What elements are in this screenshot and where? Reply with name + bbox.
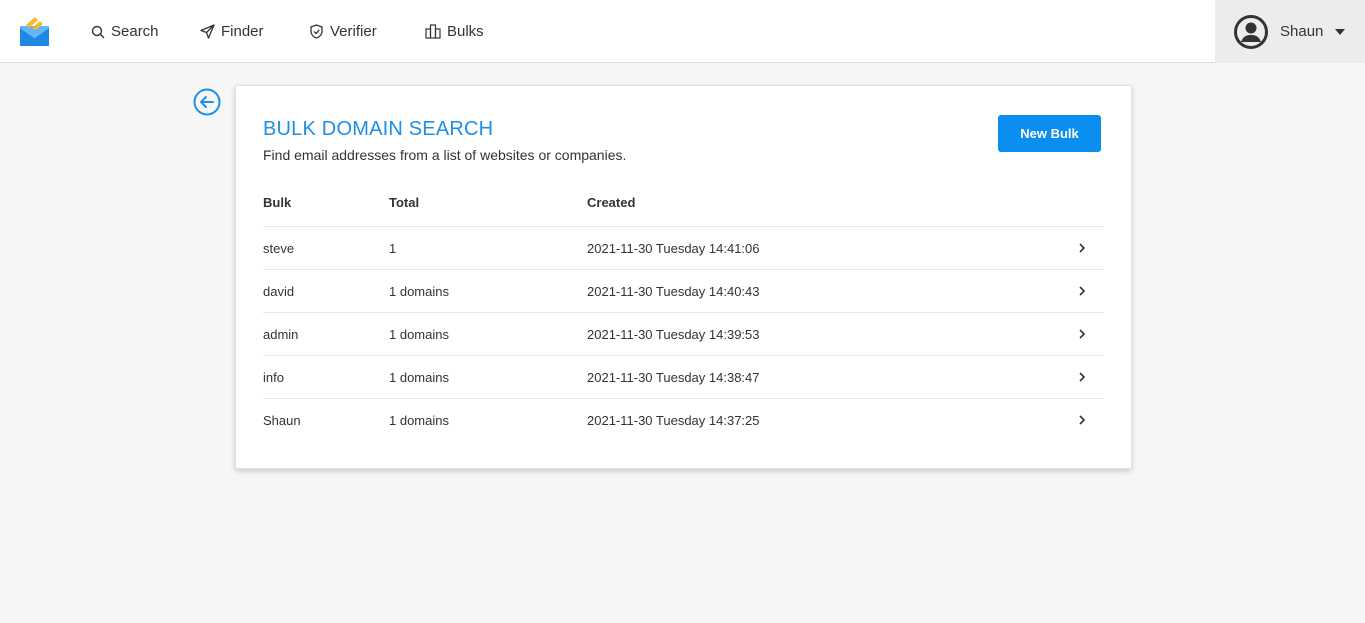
chevron-right-icon[interactable] [1077,370,1087,384]
table-row[interactable]: steve 1 2021-11-30 Tuesday 14:41:06 [263,227,1104,270]
cell-bulk: info [263,370,284,385]
app-logo-icon[interactable] [19,16,50,47]
table-row[interactable]: admin 1 domains 2021-11-30 Tuesday 14:39… [263,313,1104,356]
cell-total: 1 [389,241,397,256]
cell-created: 2021-11-30 Tuesday 14:40:43 [587,284,760,299]
column-header-bulk: Bulk [263,195,292,210]
avatar-icon [1234,14,1268,49]
cell-total: 1 domains [389,284,449,299]
cell-total: 1 domains [389,327,449,342]
new-bulk-button[interactable]: New Bulk [998,115,1101,152]
cell-bulk: steve [263,241,295,256]
cell-bulk: Shaun [263,413,301,428]
cell-created: 2021-11-30 Tuesday 14:39:53 [587,327,760,342]
cell-total: 1 domains [389,413,449,428]
caret-down-icon [1335,28,1346,35]
chevron-right-icon[interactable] [1077,327,1087,341]
shield-check-icon [310,24,323,39]
bulk-domain-search-card: BULK DOMAIN SEARCH Find email addresses … [235,85,1132,469]
chevron-right-icon[interactable] [1077,284,1087,298]
nav-verifier-label: Verifier [330,23,377,40]
search-icon [91,25,105,38]
table-header: Bulk Total Created [263,195,1104,227]
cell-total: 1 domains [389,370,449,385]
send-icon [200,24,215,39]
nav-verifier[interactable]: Verifier [309,0,377,63]
chevron-right-icon[interactable] [1077,413,1087,427]
bulk-table-body: steve 1 2021-11-30 Tuesday 14:41:06 davi… [263,227,1104,442]
user-menu[interactable]: Shaun [1215,0,1365,63]
cell-bulk: david [263,284,295,299]
buildings-icon [425,24,441,39]
cell-created: 2021-11-30 Tuesday 14:38:47 [587,370,760,385]
nav-bulks[interactable]: Bulks [425,0,484,63]
column-header-total: Total [389,195,420,210]
page-title: BULK DOMAIN SEARCH [263,118,494,140]
nav-search-label: Search [111,23,159,40]
cell-created: 2021-11-30 Tuesday 14:41:06 [587,241,760,256]
top-navbar: Search Finder Verifier Bulks Shaun [0,0,1365,63]
nav-finder[interactable]: Finder [200,0,264,63]
table-row[interactable]: Shaun 1 domains 2021-11-30 Tuesday 14:37… [263,399,1104,442]
chevron-right-icon[interactable] [1077,241,1087,255]
table-row[interactable]: david 1 domains 2021-11-30 Tuesday 14:40… [263,270,1104,313]
page-subtitle: Find email addresses from a list of webs… [263,147,627,163]
back-arrow-icon[interactable] [193,88,221,116]
user-name: Shaun [1280,23,1324,40]
cell-bulk: admin [263,327,299,342]
nav-search[interactable]: Search [91,0,159,63]
nav-finder-label: Finder [221,23,264,40]
column-header-created: Created [587,195,636,210]
table-row[interactable]: info 1 domains 2021-11-30 Tuesday 14:38:… [263,356,1104,399]
nav-bulks-label: Bulks [447,23,484,40]
cell-created: 2021-11-30 Tuesday 14:37:25 [587,413,760,428]
